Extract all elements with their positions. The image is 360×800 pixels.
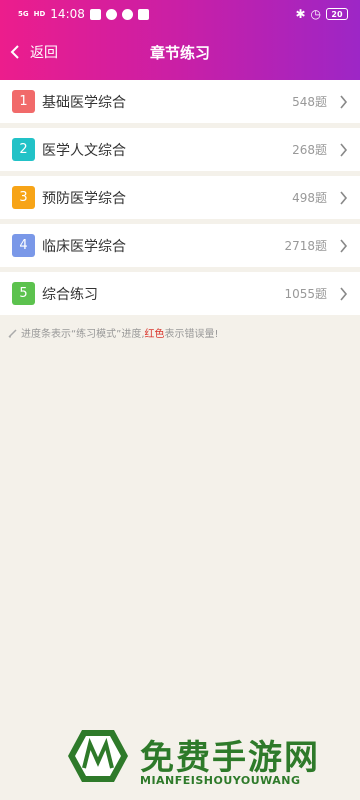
chevron-right-icon (339, 238, 348, 254)
chevron-right-icon (339, 94, 348, 110)
list-item[interactable]: 1 基础医学综合 548题 (0, 80, 360, 123)
watermark-title: 免费手游网 (140, 738, 320, 778)
header-bar: 5G HD 14:08 ✱ ◷ 20 返回 章节练习 (0, 0, 360, 80)
chapter-title: 综合练习 (42, 286, 98, 303)
notification-icon (121, 8, 133, 20)
watermark-logo (68, 730, 128, 782)
list-item[interactable]: 4 临床医学综合 2718题 (0, 224, 360, 267)
note-text-end: 表示错误量! (164, 329, 219, 340)
question-count: 2718题 (284, 239, 327, 253)
watermark: 免费手游网 MIANFEISHOUYOUWANG (60, 724, 350, 787)
chapter-title: 临床医学综合 (42, 238, 126, 255)
hd-icon: HD (33, 9, 46, 18)
chapter-title: 医学人文综合 (42, 142, 126, 159)
note-red-text: 红色 (144, 329, 165, 340)
chapter-number: 1 (12, 90, 35, 113)
chapter-title: 预防医学综合 (42, 190, 126, 207)
chapter-number: 4 (12, 234, 35, 257)
back-button[interactable]: 返回 (10, 34, 58, 70)
pencil-icon (8, 328, 17, 338)
chevron-right-icon (339, 142, 348, 158)
chapter-list: 1 基础医学综合 548题 2 医学人文综合 268题 3 预防医学综合 498… (0, 80, 360, 320)
battery-icon: 20 (326, 8, 348, 20)
chapter-title: 基础医学综合 (42, 94, 126, 111)
question-count: 268题 (292, 143, 327, 157)
status-right: ✱ ◷ 20 (295, 7, 348, 21)
progress-note: 进度条表示“练习模式”进度,红色表示错误量! (8, 325, 219, 340)
chapter-number: 3 (12, 186, 35, 209)
question-count: 548题 (292, 95, 327, 109)
chapter-number: 5 (12, 282, 35, 305)
watermark-subtitle: MIANFEISHOUYOUWANG (140, 774, 301, 787)
note-text: 进度条表示“练习模式”进度, (21, 329, 145, 340)
list-item[interactable]: 3 预防医学综合 498题 (0, 176, 360, 219)
signal-icon: 5G (18, 9, 29, 18)
list-item[interactable]: 2 医学人文综合 268题 (0, 128, 360, 171)
bluetooth-icon: ✱ (295, 7, 306, 21)
question-count: 1055题 (284, 287, 327, 301)
status-time: 14:08 (50, 7, 85, 21)
notification-icon (89, 8, 101, 20)
status-bar: 5G HD 14:08 ✱ ◷ 20 (0, 0, 360, 28)
chevron-right-icon (339, 190, 348, 206)
chevron-right-icon (339, 286, 348, 302)
status-left: 5G HD 14:08 (18, 7, 149, 21)
notification-icon (137, 8, 149, 20)
notification-icon (105, 8, 117, 20)
back-label: 返回 (30, 45, 58, 61)
list-item[interactable]: 5 综合练习 1055题 (0, 272, 360, 315)
chevron-left-icon (10, 45, 19, 59)
nav-bar: 返回 章节练习 (0, 34, 360, 70)
alarm-icon: ◷ (310, 7, 321, 21)
question-count: 498题 (292, 191, 327, 205)
chapter-number: 2 (12, 138, 35, 161)
